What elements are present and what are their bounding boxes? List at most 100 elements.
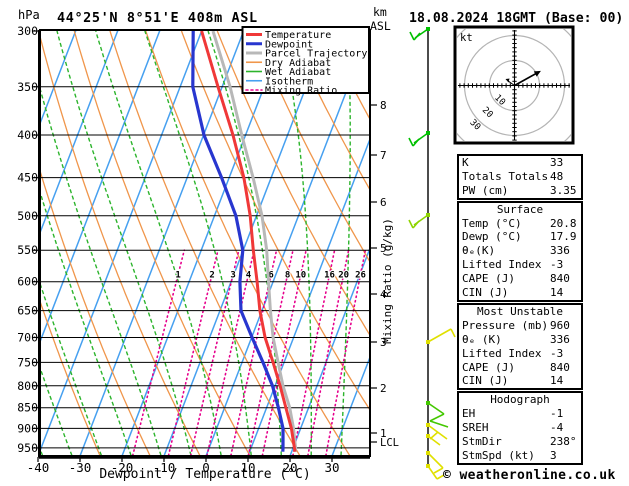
table-section-header: Hodograph [490,393,550,407]
table-label: SREH [462,421,489,435]
table-section: K 33 Totals Totals 48 PW (cm) 3.35 [457,154,583,200]
table-row: EH -1 [459,407,581,421]
x-axis-title: Dewpoint / Temperature (°C) [99,467,310,482]
wet-adiabat-line [56,31,192,455]
table-value: 960 [550,318,570,332]
table-label: StmDir [462,435,502,449]
indices-table: K 33 Totals Totals 48 PW (cm) 3.35 Surface Temp… [457,0,587,486]
table-label: Temp (°C) [462,216,522,230]
table-label: Lifted Index [462,258,542,272]
temperature-tick-label: 30 [324,460,339,475]
table-section-most-unstable: Most Unstable Pressure (mb) 960 θₑ (K) 336 Li… [457,303,583,391]
table-row: SREH -4 [459,421,581,435]
table-value: -3 [550,258,564,272]
wind-barb-dot [426,434,430,438]
table-value: -4 [550,421,564,435]
table-label: PW (cm) [462,183,509,197]
table-section-header: Surface [496,202,544,216]
wind-barb-dot [426,401,430,405]
mixing-ratio-line [292,249,336,455]
isotherm-line [41,31,203,451]
table-value: 14 [550,286,564,300]
table-row: Pressure (mb) 960 [459,319,581,333]
wind-barb [409,31,415,41]
table-row: CAPE (J) 840 [459,272,581,286]
mixing-ratio-value-label: 3 [230,270,235,280]
mixing-ratio-value-label: 4 [246,270,252,280]
table-label: CAPE (J) [462,360,515,374]
pressure-unit-label: hPa [18,8,40,22]
table-label: StmSpd (kt) [462,448,535,462]
table-value: 3 [550,448,557,462]
table-label: Totals Totals [462,169,549,183]
mixing-ratio-value-label: 8 [285,270,290,280]
table-label: CIN (J) [462,374,509,388]
table-section-header: Most Unstable [476,305,564,318]
table-value: -1 [550,407,564,421]
table-section-surface: Surface Temp (°C) 20.8 Dewp (°C) 17.9 θₑ(K) 33… [457,200,583,302]
mixing-ratio-value-label: 26 [355,270,366,280]
km-axis-unit-label: km [373,5,387,19]
legend-label: Mixing Ratio [265,86,337,97]
pressure-tick-label: 700 [17,330,38,344]
table-row: PW (cm) 3.35 [459,184,581,198]
table-row: θₑ(K) 336 [459,244,581,258]
station-title: 44°25'N 8°51'E 408m ASL [57,10,258,26]
wind-barb [408,219,414,229]
table-label: Dewp (°C) [462,230,522,244]
wind-barb-dot [426,131,430,135]
pressure-tick-label: 900 [17,421,38,435]
mixing-ratio-line [307,249,350,455]
mixing-ratio-value-label: 1 [175,270,180,280]
pressure-tick-label: 650 [17,304,38,318]
wind-barb-dot [426,451,430,455]
mixing-ratio-value-label: 10 [295,270,306,280]
wind-barb-dot [426,27,430,31]
mixing-ratio-value-label: 20 [338,270,349,280]
pressure-tick-label: 850 [17,401,38,415]
wind-barb-dot [426,423,430,427]
table-label: CIN (J) [462,286,509,300]
table-value: 238° [550,435,577,449]
skewt-sounding-app: 1 2 3 4 6 8 10 16 20 26 300 350 400 450 500 550 600 650 7… [0,0,629,486]
table-row: Lifted Index -3 [459,258,581,272]
table-row: CAPE (J) 840 [459,361,581,375]
pressure-tick-label: 450 [17,171,38,185]
table-value: 33 [550,156,564,169]
pressure-tick-label: 800 [17,379,38,393]
copyright-credit: © weatheronline.co.uk [443,468,616,483]
lcl-label: LCL [380,437,399,449]
table-row: CIN (J) 14 [459,374,581,388]
wind-barb [427,328,452,343]
table-value: -3 [550,346,564,360]
table-value: 17.9 [550,230,577,244]
table-value: 840 [550,360,570,374]
table-section-hodograph: Hodograph EH -1 SREH -4 StmDir 238° StmSpd (kt)… [457,391,583,465]
table-row: Dewp (°C) 17.9 [459,230,581,244]
mixing-ratio-value-label: 2 [209,270,214,280]
wind-barb [413,32,421,41]
mixing-ratio-value-label: 16 [324,270,335,280]
pressure-tick-label: 500 [17,209,38,223]
table-row: K 33 [459,156,581,170]
table-value: 840 [550,272,570,286]
wind-barb [408,137,414,147]
table-label: θₑ (K) [462,332,502,346]
wind-barb [433,467,444,474]
pressure-tick-label: 950 [17,441,38,455]
wet-adiabat-line [0,31,13,456]
pressure-tick-label: 750 [17,355,38,369]
km-tick-label: 8 [380,99,387,112]
pressure-tick-label: 550 [17,243,38,257]
temperature-tick-label: -40 [27,460,50,475]
mixing-ratio-line [189,249,240,455]
table-value: 336 [550,244,570,258]
wind-barb-dot [426,340,430,344]
table-value: 336 [550,332,570,346]
pressure-tick-label: 300 [17,24,38,38]
table-row: θₑ (K) 336 [459,333,581,347]
table-value: 3.35 [550,183,577,197]
table-value: 14 [550,374,564,388]
asl-axis-unit-label: ASL [370,19,391,33]
wind-barb [450,328,456,338]
